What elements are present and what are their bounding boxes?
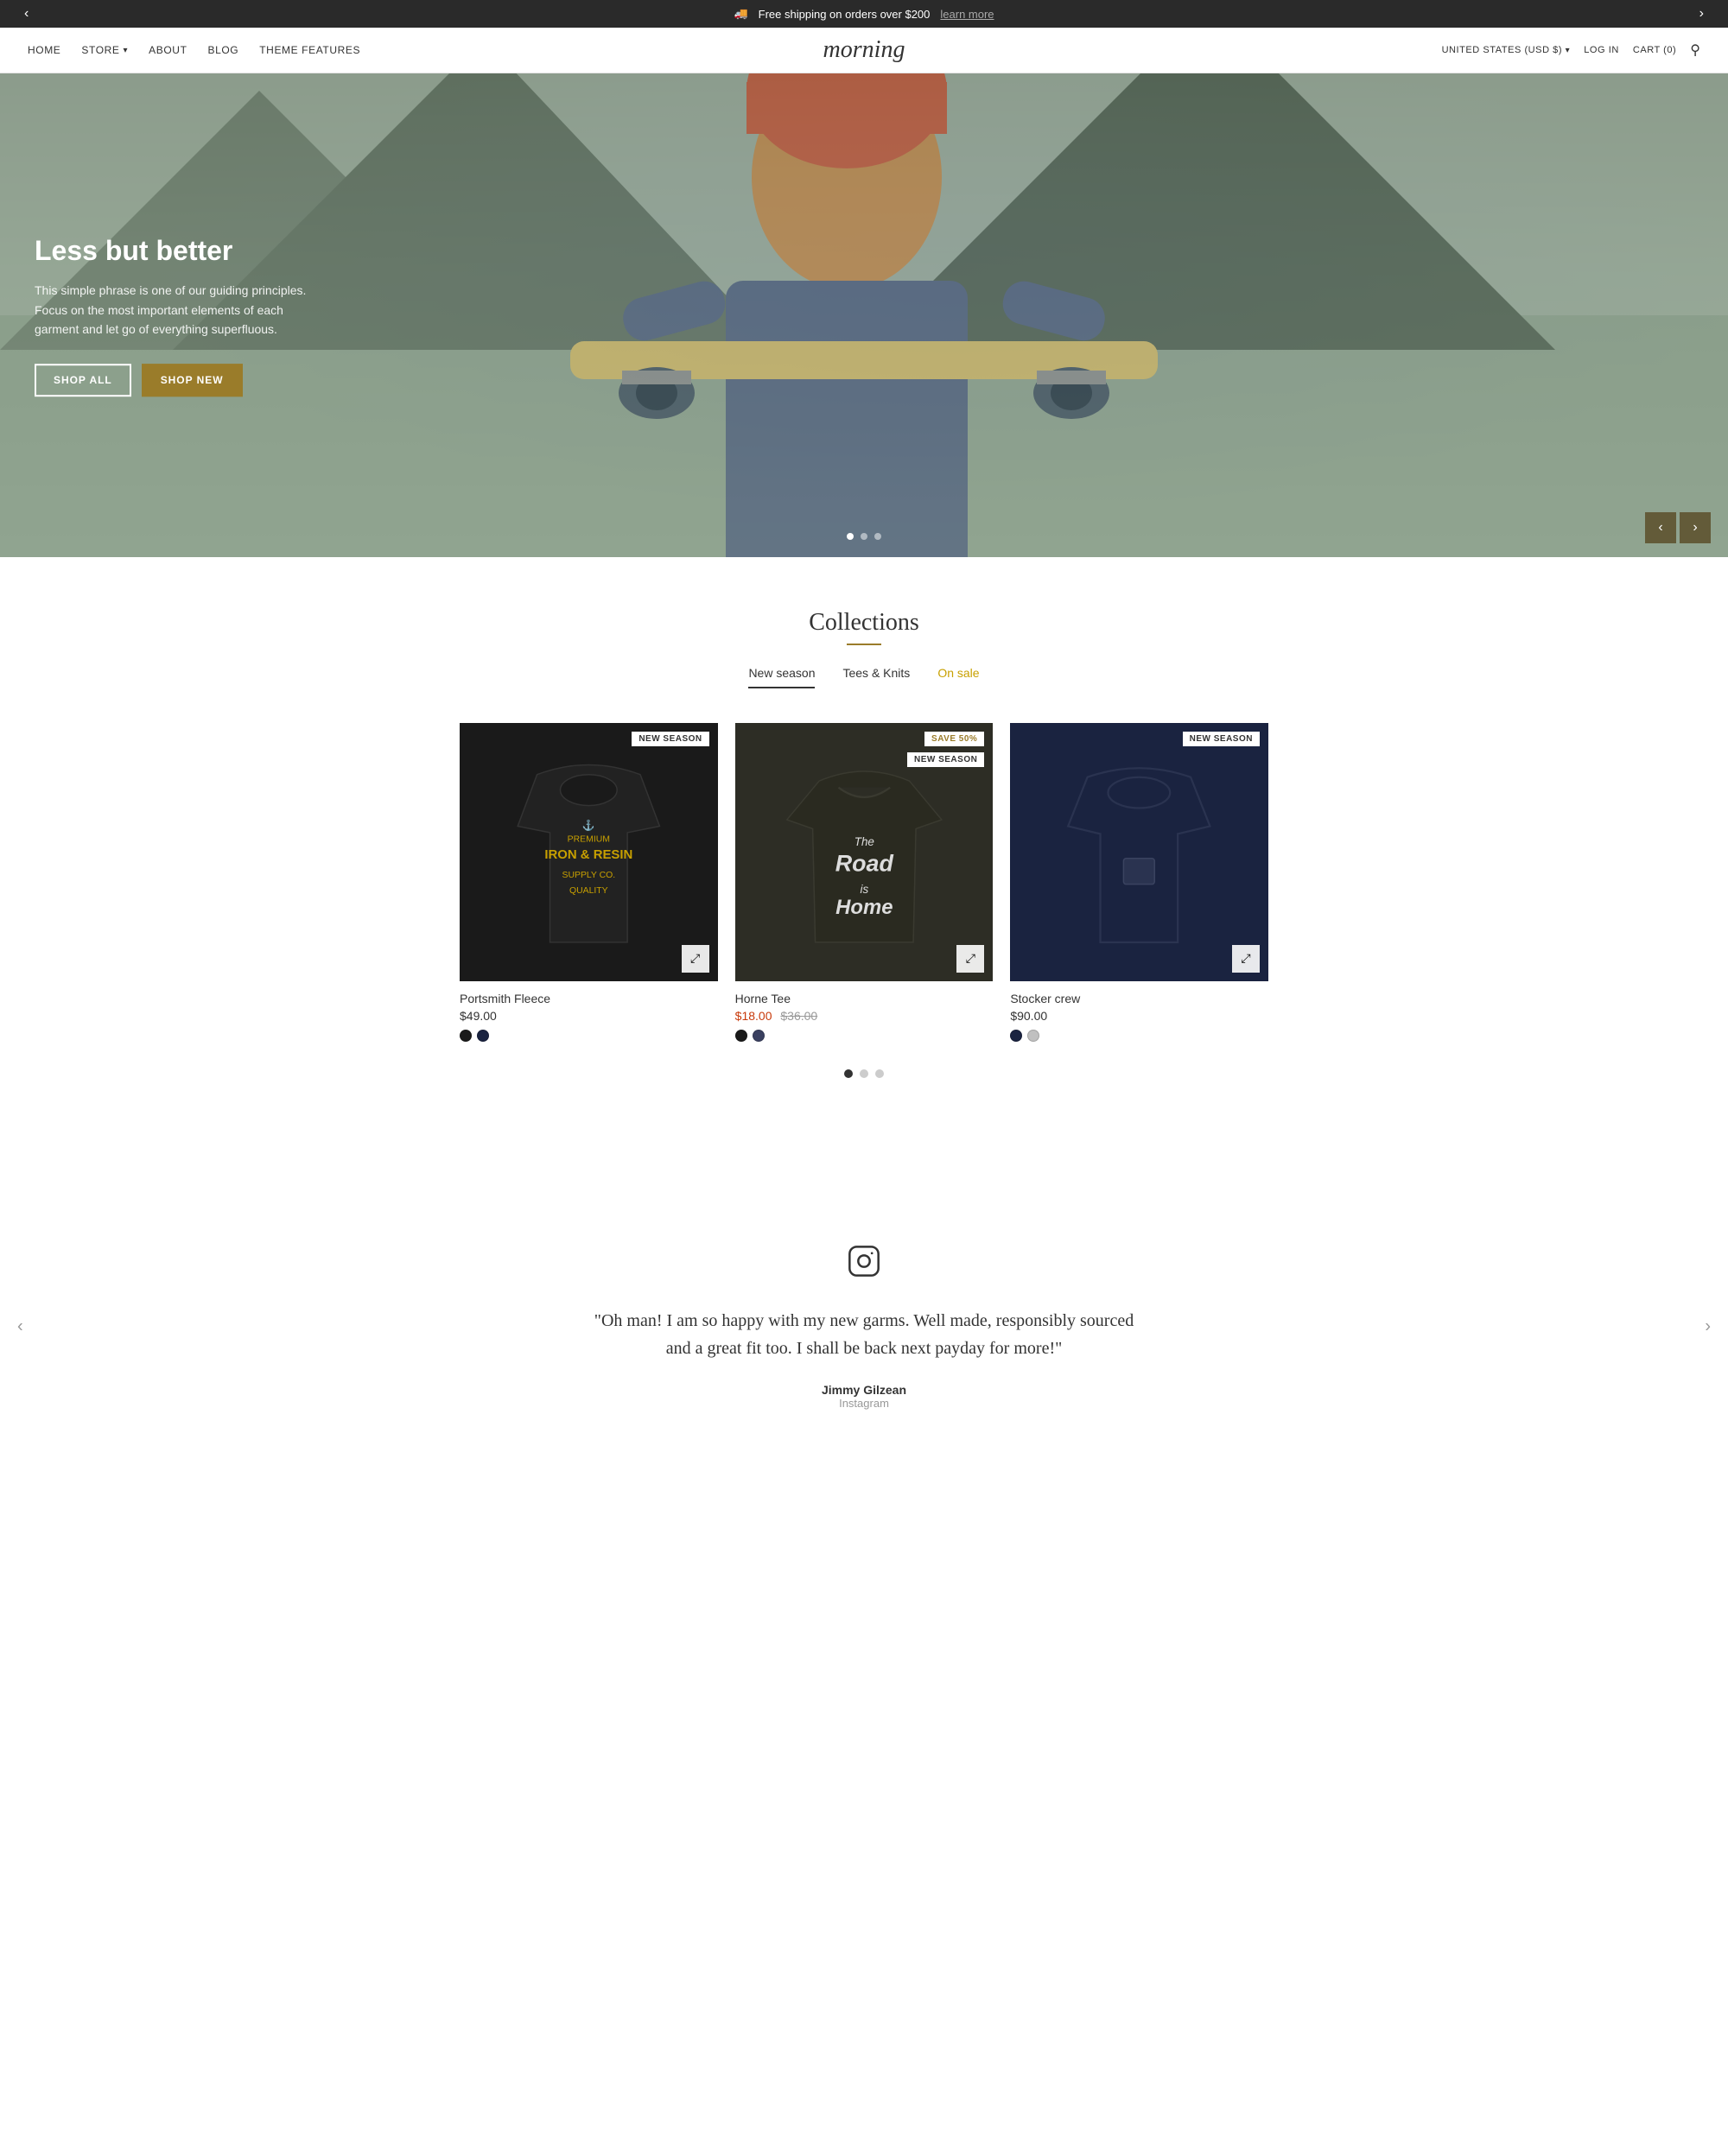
nav-about[interactable]: ABOUT [149,44,187,56]
testimonial-section: ‹ "Oh man! I am so happy with my new gar… [0,1140,1728,1513]
nav-cart[interactable]: CART (0) [1633,45,1676,55]
product-sale-price-horne: $18.00 [735,1009,772,1023]
svg-text:IRON & RESIN: IRON & RESIN [544,847,632,862]
product-card-horne-tee[interactable]: The Road is Home SAVE 50% NEW SEASON ⤢ H… [735,723,994,1042]
nav-theme-features[interactable]: THEME FEATURES [259,44,360,56]
product-badge-save: SAVE 50% [924,732,984,746]
hero-prev-button[interactable]: ‹ [1645,512,1676,543]
testimonial-quote: "Oh man! I am so happy with my new garms… [589,1307,1139,1362]
share-button-3[interactable]: ⤢ [1232,945,1260,973]
page-dot-1[interactable] [844,1069,853,1078]
svg-text:QUALITY: QUALITY [569,886,608,896]
nav-home[interactable]: HOME [28,44,60,56]
header: HOME STORE ▾ ABOUT BLOG THEME FEATURES m… [0,28,1728,73]
stocker-garment [1010,723,1268,981]
testimonial-prev-button[interactable]: ‹ [17,1316,23,1336]
page-dot-2[interactable] [860,1069,868,1078]
testimonial-source: Instagram [589,1397,1139,1410]
svg-text:⚓: ⚓ [582,819,595,831]
product-image-horne: The Road is Home SAVE 50% NEW SEASON ⤢ [735,723,994,981]
announcement-next-button[interactable]: › [1693,3,1711,25]
nav-blog[interactable]: BLOG [208,44,239,56]
store-chevron-icon: ▾ [124,46,129,55]
share-icon-3: ⤢ [1241,951,1250,966]
product-badge-new-season-2: NEW SEASON [907,752,984,767]
share-icon-1: ⤢ [690,951,700,966]
hero-navigation: ‹ › [1645,512,1711,543]
product-name-stocker: Stocker crew [1010,992,1268,1005]
announcement-prev-button[interactable]: ‹ [17,3,35,25]
product-image-stocker: NEW SEASON ⤢ [1010,723,1268,981]
site-logo[interactable]: morning [823,36,905,64]
swatch-black[interactable] [460,1030,472,1042]
tab-new-season[interactable]: New season [748,666,815,688]
collections-section: Collections New season Tees & Knits On s… [0,557,1728,1140]
tab-tees-knits[interactable]: Tees & Knits [842,666,910,688]
portsmith-garment: IRON & RESIN SUPPLY CO. PREMIUM ⚓ QUALIT… [460,723,718,981]
hero-next-button[interactable]: › [1680,512,1711,543]
svg-text:Home: Home [835,896,893,919]
product-badge-new-season-1: NEW SEASON [632,732,708,746]
swatch-navy[interactable] [477,1030,489,1042]
nav-store[interactable]: STORE ▾ [81,44,128,56]
hero-content: Less but better This simple phrase is on… [35,234,311,396]
nav-region[interactable]: UNITED STATES (USD $) ▾ [1442,45,1571,55]
svg-text:PREMIUM: PREMIUM [568,834,610,844]
share-icon-2: ⤢ [966,951,975,966]
hero-dot-1[interactable] [847,533,854,540]
hero-section: Less but better This simple phrase is on… [0,73,1728,557]
product-price-horne: $18.00 $36.00 [735,1009,994,1023]
product-card-stocker-crew[interactable]: NEW SEASON ⤢ Stocker crew $90.00 [1010,723,1268,1042]
testimonial-next-button[interactable]: › [1705,1316,1711,1336]
hero-dots [847,533,881,540]
product-card-portsmith-fleece[interactable]: IRON & RESIN SUPPLY CO. PREMIUM ⚓ QUALIT… [460,723,718,1042]
svg-text:Road: Road [835,851,893,877]
product-swatches-stocker [1010,1030,1268,1042]
shop-new-button[interactable]: SHOP NEW [142,364,243,396]
shop-all-button[interactable]: SHOP ALL [35,364,131,396]
swatch-grey[interactable] [1027,1030,1039,1042]
pagination-dots [28,1069,1700,1078]
search-icon[interactable]: ⚲ [1690,41,1700,59]
hero-description: This simple phrase is one of our guiding… [35,282,311,339]
share-button-1[interactable]: ⤢ [682,945,709,973]
swatch-blue[interactable] [753,1030,765,1042]
swatch-navy-2[interactable] [1010,1030,1022,1042]
collections-tabs: New season Tees & Knits On sale [28,666,1700,688]
collections-title: Collections [28,609,1700,637]
product-image-portsmith: IRON & RESIN SUPPLY CO. PREMIUM ⚓ QUALIT… [460,723,718,981]
announcement-icon: 🚚 [734,7,747,21]
svg-text:SUPPLY CO.: SUPPLY CO. [562,871,615,880]
hero-dot-3[interactable] [874,533,881,540]
svg-text:The: The [854,835,874,848]
tab-on-sale[interactable]: On sale [937,666,979,688]
product-name-horne: Horne Tee [735,992,994,1005]
nav-login[interactable]: LOG IN [1584,45,1619,55]
product-swatches-portsmith [460,1030,718,1042]
hero-dot-2[interactable] [861,533,867,540]
hero-title: Less but better [35,234,311,267]
testimonial-author: Jimmy Gilzean [589,1383,1139,1397]
instagram-icon [589,1244,1139,1286]
product-original-price-horne: $36.00 [780,1009,817,1023]
product-swatches-horne [735,1030,994,1042]
nav-right: UNITED STATES (USD $) ▾ LOG IN CART (0) … [1442,41,1700,59]
share-button-2[interactable]: ⤢ [956,945,984,973]
product-badge-new-season-3: NEW SEASON [1183,732,1260,746]
collections-underline [847,644,881,645]
product-price-portsmith: $49.00 [460,1009,718,1023]
announcement-text: Free shipping on orders over $200 [759,8,931,21]
announcement-link[interactable]: learn more [940,8,994,21]
page-dot-3[interactable] [875,1069,884,1078]
region-chevron-icon: ▾ [1566,46,1571,55]
testimonial-content: "Oh man! I am so happy with my new garms… [562,1192,1166,1462]
product-price-stocker: $90.00 [1010,1009,1268,1023]
hero-buttons: SHOP ALL SHOP NEW [35,364,311,396]
nav-left: HOME STORE ▾ ABOUT BLOG THEME FEATURES [28,44,360,56]
product-name-portsmith: Portsmith Fleece [460,992,718,1005]
swatch-black-2[interactable] [735,1030,747,1042]
product-grid: IRON & RESIN SUPPLY CO. PREMIUM ⚓ QUALIT… [432,723,1296,1042]
announcement-bar: ‹ 🚚 Free shipping on orders over $200 le… [0,0,1728,28]
svg-text:is: is [860,883,868,896]
